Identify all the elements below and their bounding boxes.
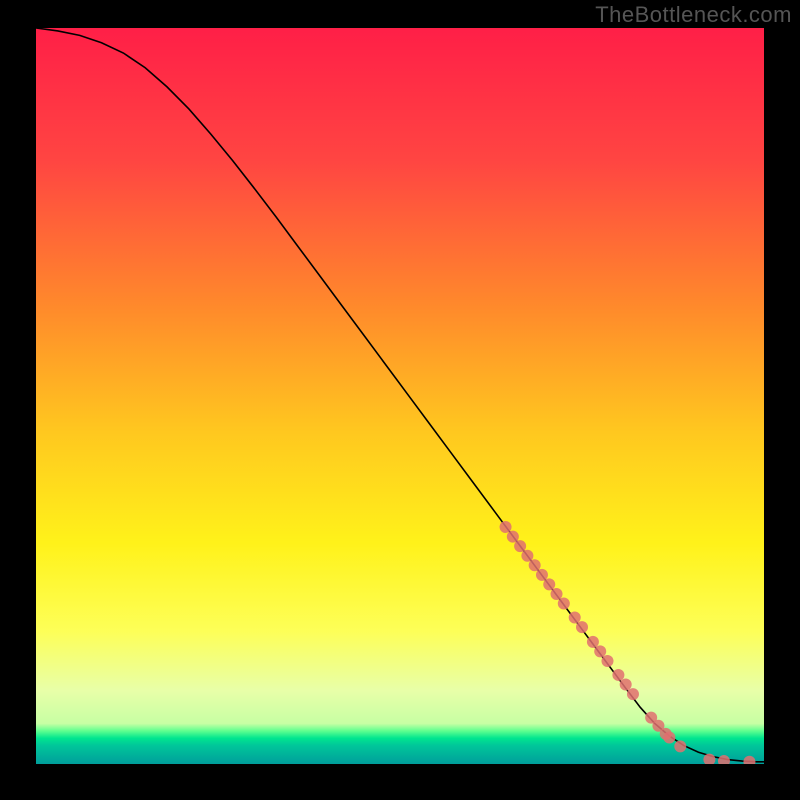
scatter-point xyxy=(612,669,624,681)
scatter-point xyxy=(663,732,675,744)
scatter-point xyxy=(569,612,581,624)
scatter-point xyxy=(551,588,563,600)
scatter-point xyxy=(627,688,639,700)
scatter-point xyxy=(529,559,541,571)
scatter-point xyxy=(507,531,519,543)
scatter-point xyxy=(587,636,599,648)
scatter-point xyxy=(536,569,548,581)
gradient-background xyxy=(36,28,764,764)
chart-svg xyxy=(36,28,764,764)
watermark-text: TheBottleneck.com xyxy=(595,2,792,28)
scatter-point xyxy=(558,598,570,610)
plot-area xyxy=(36,28,764,764)
chart-container: TheBottleneck.com xyxy=(0,0,800,800)
scatter-point xyxy=(576,621,588,633)
scatter-point xyxy=(543,578,555,590)
scatter-point xyxy=(674,740,686,752)
scatter-point xyxy=(620,679,632,691)
scatter-point xyxy=(514,540,526,552)
scatter-point xyxy=(594,645,606,657)
scatter-point xyxy=(500,521,512,533)
scatter-point xyxy=(521,550,533,562)
scatter-point xyxy=(601,655,613,667)
